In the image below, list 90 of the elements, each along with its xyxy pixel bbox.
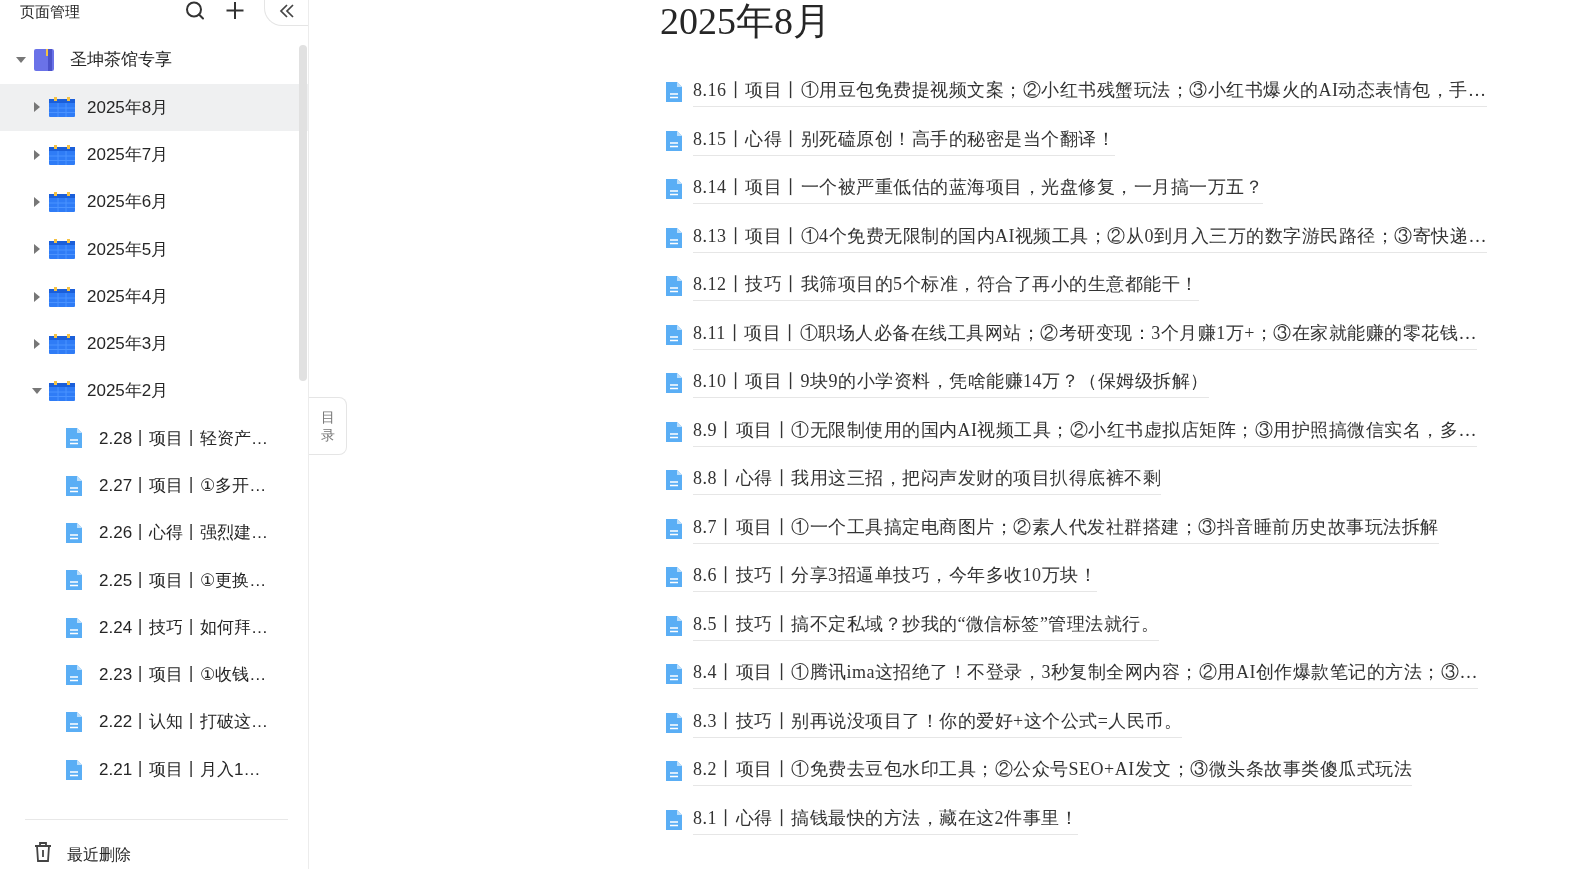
double-chevron-left-icon: [277, 1, 296, 20]
document-icon: [65, 474, 83, 497]
document-icon: [665, 323, 683, 346]
tree-item[interactable]: 圣坤茶馆专享: [0, 36, 308, 84]
notebook-icon: [33, 48, 55, 73]
article-link[interactable]: 8.8丨心得丨我用这三招，把闷声发财的项目扒得底裤不剩: [693, 465, 1161, 496]
tree-item[interactable]: 2.27丨项目丨①多开…: [0, 462, 308, 510]
item-label: 2025年4月: [87, 285, 169, 308]
item-label: 2.21丨项目丨月入1…: [99, 758, 261, 781]
article-link[interactable]: 8.11丨项目丨①职场人必备在线工具网站；②考研变现：3个月赚1万+；③在家就能赚的零花钱…: [693, 319, 1477, 350]
tree-item[interactable]: 2.21丨项目丨月入1…: [0, 745, 308, 794]
item-label: 2025年8月: [87, 96, 169, 119]
item-label: 2025年5月: [87, 238, 169, 261]
document-icon: [665, 711, 683, 734]
document-icon: [665, 663, 683, 686]
item-label: 2.26丨心得丨强烈建…: [99, 522, 269, 545]
article-link[interactable]: 8.9丨项目丨①无限制使用的国内AI视频工具；②小红书虚拟店矩阵；③用护照搞微信实名，多…: [693, 416, 1477, 447]
document-icon: [665, 81, 683, 104]
tree-item[interactable]: 2.26丨心得丨强烈建…: [0, 509, 308, 557]
article-link[interactable]: 8.13丨项目丨①4个免费无限制的国内AI视频工具；②从0到月入三万的数字游民路径；③寄快递…: [693, 222, 1487, 253]
tree-item[interactable]: 2025年7月: [0, 131, 308, 179]
article-link[interactable]: 8.3丨技巧丨别再说没项目了！你的爱好+这个公式=人民币。: [693, 707, 1183, 738]
document-icon: [665, 469, 683, 492]
recently-deleted-link[interactable]: 最近删除: [67, 847, 131, 863]
document-icon: [65, 522, 83, 545]
tree-item[interactable]: 2025年8月: [0, 83, 308, 132]
document-icon: [65, 427, 83, 450]
calendar-icon: [49, 285, 75, 308]
calendar-icon: [49, 190, 75, 213]
tree-item[interactable]: 2025年2月: [0, 367, 308, 415]
tree-item[interactable]: 2025年6月: [0, 178, 308, 226]
calendar-icon: [49, 380, 75, 403]
item-label: 2.25丨项目丨①更换…: [99, 569, 267, 592]
document-icon: [65, 569, 83, 592]
document-icon: [665, 760, 683, 783]
document-icon: [665, 372, 683, 395]
collapse-sidebar-button[interactable]: [264, 0, 308, 26]
page-title: 2025年8月: [660, 2, 832, 40]
article-link[interactable]: 8.6丨技巧丨分享3招逼单技巧，今年多收10万块！: [693, 562, 1097, 593]
article-link[interactable]: 8.14丨项目丨一个被严重低估的蓝海项目，光盘修复，一月搞一万五？: [693, 174, 1263, 205]
item-label: 2.23丨项目丨①收钱…: [99, 664, 267, 687]
item-label: 2.28丨项目丨轻资产…: [99, 427, 269, 450]
document-icon: [665, 614, 683, 637]
article-link[interactable]: 8.16丨项目丨①用豆包免费提视频文案；②小红书残蟹玩法；③小红书爆火的AI动态表情包，手…: [693, 77, 1487, 108]
plus-icon[interactable]: [224, 0, 246, 22]
document-icon: [665, 178, 683, 201]
document-icon: [65, 711, 83, 734]
scrollbar[interactable]: [299, 45, 307, 381]
article-link[interactable]: 8.4丨项目丨①腾讯ima这招绝了！不登录，3秒复制全网内容；②用AI创作爆款笔记的方法；③…: [693, 659, 1478, 690]
search-icon[interactable]: [184, 0, 206, 22]
item-label: 2025年3月: [87, 333, 169, 356]
document-icon: [65, 758, 83, 781]
item-label: 2.27丨项目丨①多开…: [99, 475, 267, 497]
article-link[interactable]: 8.2丨项目丨①免费去豆包水印工具；②公众号SEO+AI发文；③微头条故事类傻瓜式玩法: [693, 756, 1413, 787]
calendar-icon: [49, 96, 75, 119]
article-link[interactable]: 8.7丨项目丨①一个工具搞定电商图片；②素人代发社群搭建；③抖音睡前历史故事玩法拆解: [693, 513, 1439, 544]
calendar-icon: [49, 143, 75, 166]
item-label: 2025年7月: [87, 143, 169, 166]
document-icon: [665, 566, 683, 589]
document-icon: [665, 275, 683, 298]
tree-item[interactable]: 2.28丨项目丨轻资产…: [0, 414, 308, 463]
article-link[interactable]: 8.15丨心得丨别死磕原创！高手的秘密是当个翻译！: [693, 125, 1115, 156]
document-icon: [665, 517, 683, 540]
calendar-icon: [49, 332, 75, 355]
item-label: 2.24丨技巧丨如何拜…: [99, 616, 269, 639]
tree-item[interactable]: 2.22丨认知丨打破这…: [0, 698, 308, 746]
tree-item[interactable]: 2025年4月: [0, 272, 308, 321]
article-link[interactable]: 8.1丨心得丨搞钱最快的方法，藏在这2件事里！: [693, 804, 1078, 835]
article-link[interactable]: 8.12丨技巧丨我筛项目的5个标准，符合了再小的生意都能干！: [693, 271, 1199, 302]
document-icon: [665, 420, 683, 443]
document-icon: [665, 129, 683, 152]
trash-icon[interactable]: [33, 841, 53, 863]
tree-item[interactable]: 2025年5月: [0, 225, 308, 273]
document-icon: [65, 663, 83, 686]
document-icon: [65, 616, 83, 639]
item-label: 2025年2月: [87, 380, 169, 403]
item-label: 2.22丨认知丨打破这…: [99, 711, 269, 734]
tree-item[interactable]: 2.24丨技巧丨如何拜…: [0, 604, 308, 652]
tree-item[interactable]: 2.25丨项目丨①更换…: [0, 556, 308, 604]
document-icon: [665, 808, 683, 831]
item-label: 2025年6月: [87, 191, 169, 214]
panel-title: 页面管理: [20, 2, 80, 22]
article-link[interactable]: 8.5丨技巧丨搞不定私域？抄我的“微信标签”管理法就行。: [693, 610, 1160, 641]
calendar-icon: [49, 238, 75, 261]
tree-item[interactable]: 2025年3月: [0, 320, 308, 368]
tree-item[interactable]: 2.23丨项目丨①收钱…: [0, 651, 308, 699]
item-label: 圣坤茶馆专享: [70, 49, 172, 72]
document-icon: [665, 226, 683, 249]
article-link[interactable]: 8.10丨项目丨9块9的小学资料，凭啥能赚14万？（保姆级拆解）: [693, 368, 1209, 399]
toc-tab[interactable]: 目录: [309, 397, 347, 455]
